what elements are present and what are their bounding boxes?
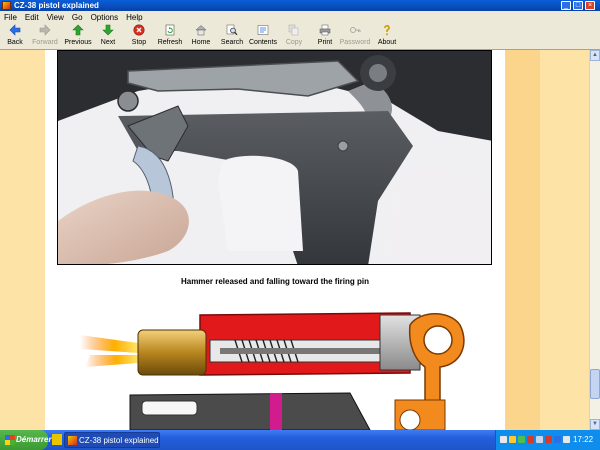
tray-icon[interactable] <box>500 436 507 443</box>
title-bar: CZ-38 pistol explained _ □ × <box>0 0 600 11</box>
tray-icon[interactable] <box>554 436 561 443</box>
print-button[interactable]: Print <box>314 24 336 49</box>
up-arrow-icon <box>72 24 84 36</box>
hammer-photo-image <box>58 51 491 264</box>
refresh-icon <box>165 24 175 36</box>
tray-icon[interactable] <box>527 436 534 443</box>
next-button[interactable]: Next <box>96 24 120 49</box>
print-icon <box>319 24 331 36</box>
taskbar: Démarrer CZ-38 pistol explained 17:22 <box>0 430 600 450</box>
scrollbar-thumb[interactable] <box>590 369 600 399</box>
maximize-button[interactable]: □ <box>573 1 583 10</box>
password-button[interactable]: Password <box>339 24 371 49</box>
taskbar-window-button[interactable]: CZ-38 pistol explained <box>64 432 160 448</box>
refresh-button[interactable]: Refresh <box>156 24 184 49</box>
password-icon <box>350 27 361 33</box>
tray-icon[interactable] <box>518 436 525 443</box>
mechanism-diagram <box>70 305 490 430</box>
start-button[interactable]: Démarrer <box>0 430 52 450</box>
about-button[interactable]: About <box>375 24 399 49</box>
window-title: CZ-38 pistol explained <box>14 1 99 10</box>
app-icon <box>2 1 11 10</box>
scroll-down-arrow-icon[interactable]: ▼ <box>590 419 600 430</box>
forward-button[interactable]: Forward <box>30 24 60 49</box>
tray-icon[interactable] <box>545 436 552 443</box>
system-tray: 17:22 <box>495 430 600 450</box>
scroll-up-arrow-icon[interactable]: ▲ <box>590 50 600 61</box>
right-margin <box>505 50 589 430</box>
windows-logo-icon <box>5 435 15 445</box>
app-icon <box>68 436 77 445</box>
home-button[interactable]: Home <box>190 24 212 49</box>
search-button[interactable]: Search <box>219 24 245 49</box>
clock: 17:22 <box>573 435 594 444</box>
back-arrow-icon <box>9 24 21 36</box>
forward-arrow-icon <box>39 24 51 36</box>
previous-button[interactable]: Previous <box>64 24 92 49</box>
photo-caption: Hammer released and falling toward the f… <box>180 277 370 286</box>
tray-icon[interactable] <box>509 436 516 443</box>
home-icon <box>195 25 207 36</box>
down-arrow-icon <box>102 24 114 36</box>
menu-bar: File Edit View Go Options Help <box>0 11 600 23</box>
left-margin <box>0 50 45 430</box>
contents-icon <box>257 25 269 35</box>
stop-icon <box>133 24 145 36</box>
copy-button[interactable]: Copy <box>283 24 305 49</box>
speaker-icon[interactable] <box>563 436 570 443</box>
search-icon <box>226 24 238 36</box>
toolbar: Back Forward Previous Next Stop Refresh … <box>0 23 600 50</box>
vertical-scrollbar[interactable]: ▲ ▼ <box>589 50 600 430</box>
hammer-photo <box>57 50 492 265</box>
mechanism-diagram-image <box>80 312 465 430</box>
contents-button[interactable]: Contents <box>249 24 277 49</box>
copy-icon <box>288 24 299 36</box>
back-button[interactable]: Back <box>3 24 27 49</box>
minimize-button[interactable]: _ <box>561 1 571 10</box>
tray-icon[interactable] <box>536 436 543 443</box>
quick-launch-icon[interactable] <box>52 434 62 445</box>
stop-button[interactable]: Stop <box>127 24 151 49</box>
about-icon <box>384 24 390 36</box>
close-button[interactable]: × <box>585 1 595 10</box>
